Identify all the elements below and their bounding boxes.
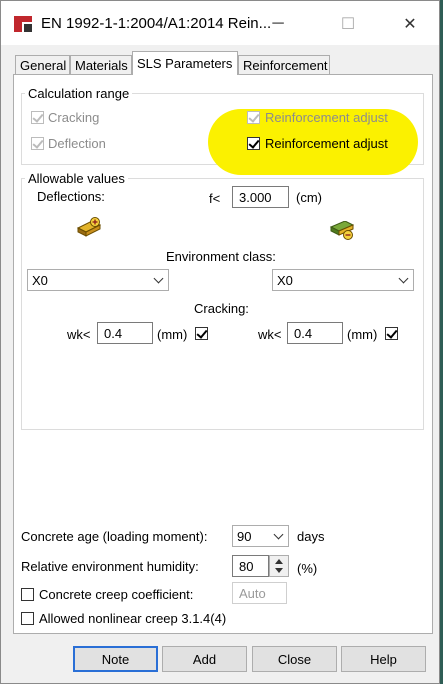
calculation-range-legend: Calculation range: [25, 86, 133, 101]
tab-sls-parameters[interactable]: SLS Parameters: [132, 51, 238, 75]
allowable-values-legend: Allowable values: [25, 171, 128, 186]
environment-class-label: Environment class:: [166, 249, 276, 264]
dialog-window: EN 1992-1-1:2004/A1:2014 Rein... ─ ☐ ✕ G…: [0, 0, 440, 684]
deflection-checkbox[interactable]: [31, 137, 44, 150]
deflection-limit-input[interactable]: 3.000: [232, 186, 289, 208]
wk-left-checkbox[interactable]: [195, 327, 208, 340]
reinforcement-adjust-label-2: Reinforcement adjust: [265, 136, 388, 151]
creep-coefficient-checkbox[interactable]: [21, 588, 34, 601]
nonlinear-creep-label: Allowed nonlinear creep 3.1.4(4): [39, 611, 227, 626]
cracking-label: Cracking: [48, 110, 100, 125]
f-label: f<: [209, 191, 221, 206]
wk-right-checkbox[interactable]: [385, 327, 398, 340]
app-icon: [13, 15, 33, 33]
environment-class-left-select[interactable]: X0: [27, 269, 169, 291]
humidity-stepper[interactable]: [269, 555, 289, 577]
concrete-age-label: Concrete age (loading moment):: [21, 529, 208, 544]
arrow-down-icon[interactable]: [275, 568, 283, 573]
concrete-age-value: 90: [237, 529, 252, 544]
wk-right-input[interactable]: 0.4: [287, 322, 343, 344]
close-window-button[interactable]: ✕: [387, 9, 433, 39]
cracking-checkbox[interactable]: [31, 111, 44, 124]
environment-class-right-select[interactable]: X0: [272, 269, 414, 291]
concrete-age-select[interactable]: 90: [232, 525, 289, 547]
minimize-button[interactable]: ─: [255, 9, 301, 39]
chevron-down-icon: [273, 529, 284, 540]
wk-right-label: wk<: [258, 327, 282, 342]
arrow-up-icon[interactable]: [275, 559, 283, 564]
deflection-unit: (cm): [296, 190, 322, 205]
wk-left-input[interactable]: 0.4: [97, 322, 153, 344]
concrete-age-unit: days: [297, 529, 325, 544]
deflection-label: Deflection: [48, 136, 106, 151]
reinforcement-adjust-checkbox-2[interactable]: [247, 137, 260, 150]
tab-reinforcement[interactable]: Reinforcement: [238, 55, 330, 75]
humidity-label: Relative environment humidity:: [21, 559, 199, 574]
environment-class-left-value: X0: [32, 273, 48, 288]
title-bar: EN 1992-1-1:2004/A1:2014 Rein... ─ ☐ ✕: [1, 1, 439, 45]
creep-coefficient-label: Concrete creep coefficient:: [39, 587, 194, 602]
help-button[interactable]: Help: [341, 646, 426, 672]
creep-coefficient-input[interactable]: Auto: [232, 582, 287, 604]
deflections-label: Deflections:: [37, 189, 105, 204]
reinforcement-adjust-checkbox-1[interactable]: [247, 111, 260, 124]
beam-negative-icon: [329, 221, 355, 240]
nonlinear-creep-checkbox[interactable]: [21, 612, 34, 625]
window-title: EN 1992-1-1:2004/A1:2014 Rein...: [41, 15, 272, 32]
note-button[interactable]: Note: [73, 646, 158, 672]
add-button[interactable]: Add: [162, 646, 247, 672]
wk-right-unit: (mm): [347, 327, 378, 342]
reinforcement-adjust-label-1: Reinforcement adjust: [265, 110, 388, 125]
beam-positive-icon: [76, 217, 102, 237]
wk-left-label: wk<: [67, 327, 91, 342]
chevron-down-icon: [153, 273, 164, 284]
environment-class-right-value: X0: [277, 273, 293, 288]
maximize-button[interactable]: ☐: [325, 9, 371, 39]
wk-left-unit: (mm): [157, 327, 188, 342]
humidity-input[interactable]: 80: [232, 555, 269, 577]
tab-general[interactable]: General: [15, 55, 70, 75]
humidity-unit: (%): [297, 561, 318, 576]
chevron-down-icon: [398, 273, 409, 284]
cracking-limit-label: Cracking:: [194, 301, 249, 316]
tab-materials[interactable]: Materials: [70, 55, 132, 75]
close-button[interactable]: Close: [252, 646, 337, 672]
